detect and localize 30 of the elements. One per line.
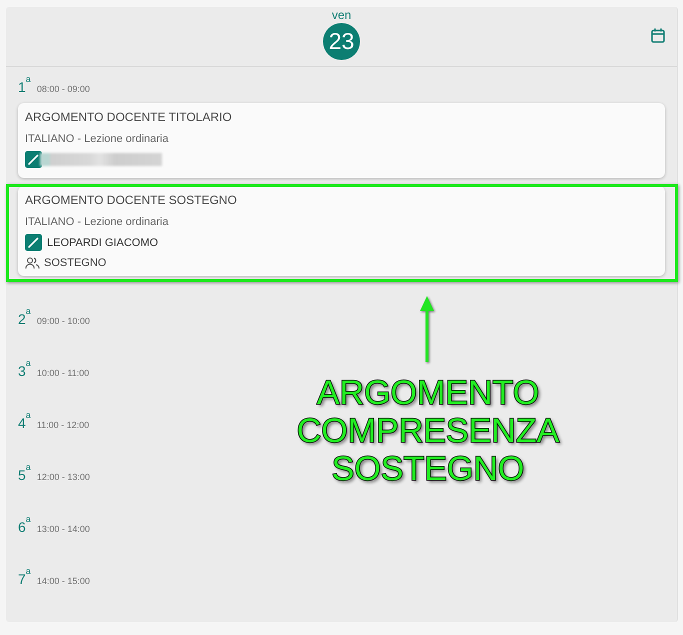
people-icon [25, 257, 40, 269]
pen-icon [25, 234, 42, 251]
lesson-card[interactable]: ARGOMENTO DOCENTE SOSTEGNO ITALIANO - Lezione ordinaria LEOPARDI GIACOMO SOSTEGNO [18, 186, 665, 276]
period-number: 7$^{a}$ [18, 571, 31, 587]
lesson-subject: ITALIANO - Lezione ordinaria [25, 132, 168, 146]
period-time: 14:00 - 15:00 [36, 574, 90, 586]
period-number: 3$^{a}$ [18, 363, 31, 379]
annotation-text: ARGOMENTO COMPRESENZA SOSTEGNO [296, 374, 560, 488]
lesson-subject: ITALIANO - Lezione ordinaria [25, 215, 168, 229]
period-time: 08:00 - 09:00 [36, 82, 90, 94]
period-time: 09:00 - 10:00 [36, 314, 90, 326]
lesson-title: ARGOMENTO DOCENTE SOSTEGNO [25, 193, 237, 207]
period-number: 2$^{a}$ [18, 311, 31, 327]
period-number: 6$^{a}$ [18, 519, 31, 535]
calendar-icon[interactable] [651, 28, 665, 43]
annotation-arrow [420, 296, 434, 362]
lesson-title: ARGOMENTO DOCENTE TITOLARIO [25, 110, 232, 124]
day-number-badge[interactable]: 23 [323, 23, 360, 60]
period-number: 5$^{a}$ [18, 467, 31, 483]
lesson-card[interactable]: ARGOMENTO DOCENTE TITOLARIO ITALIANO - Lezione ordinaria [18, 103, 665, 178]
pen-icon [25, 151, 42, 168]
teacher-name: LEOPARDI GIACOMO [47, 236, 158, 250]
period-number: 4$^{a}$ [18, 415, 31, 431]
period-time: 13:00 - 14:00 [36, 522, 90, 534]
period-time: 12:00 - 13:00 [36, 470, 90, 482]
weekday-label: ven [332, 7, 352, 22]
period-number: 1$^{a}$ [18, 79, 31, 95]
period-time: 10:00 - 11:00 [36, 366, 90, 378]
period-time: 11:00 - 12:00 [36, 418, 90, 430]
group-label: SOSTEGNO [44, 256, 106, 270]
